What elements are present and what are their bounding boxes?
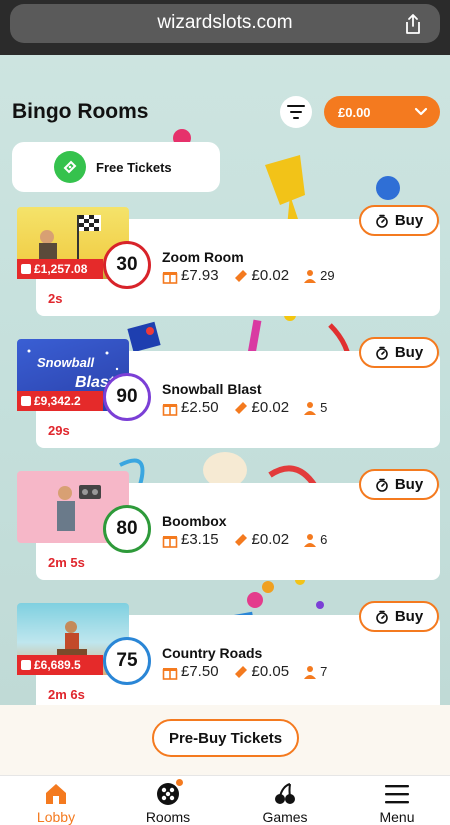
share-icon[interactable] (402, 13, 424, 35)
stopwatch-icon (376, 214, 388, 228)
bingo-ball: 90 (103, 373, 151, 421)
room-stats: £7.93 £0.02 29 (162, 267, 349, 284)
address-bar[interactable]: wizardslots.com (10, 4, 440, 43)
stopwatch-icon (376, 346, 388, 360)
chevron-down-icon (414, 107, 428, 116)
jackpot-badge: £9,342.2 (17, 391, 103, 411)
nav-menu[interactable]: Menu (341, 776, 450, 825)
url-text: wizardslots.com (157, 12, 293, 33)
room-timer: 29s (48, 423, 70, 438)
nav-label: Rooms (145, 809, 191, 825)
jackpot-badge: £6,689.5 (17, 655, 103, 675)
players-stat: 7 (303, 664, 327, 679)
person-icon (304, 533, 317, 547)
players-stat: 6 (303, 532, 327, 547)
ticket-icon (234, 269, 247, 282)
gift-icon (162, 535, 178, 548)
prize-stat: £7.93 (162, 267, 219, 284)
jackpot-icon (21, 396, 31, 406)
filter-button[interactable] (280, 96, 312, 128)
nav-rooms[interactable]: Rooms (112, 776, 224, 825)
free-tickets-button[interactable]: Free Tickets (12, 142, 220, 192)
prebuy-tickets-button[interactable]: Pre-Buy Tickets (152, 719, 299, 757)
balance-value: £0.00 (338, 104, 371, 120)
bottom-nav: Lobby Rooms Games Menu (0, 775, 450, 825)
balance-dropdown[interactable]: £0.00 (324, 96, 440, 128)
page-title: Bingo Rooms (12, 100, 149, 123)
room-timer: 2s (48, 291, 63, 306)
room-name: Zoom Room (162, 249, 244, 265)
prize-stat: £3.15 (162, 531, 219, 548)
cherries-icon (275, 783, 295, 804)
ticket-icon (234, 401, 247, 414)
jackpot-badge: £1,257.08 (17, 259, 103, 279)
buy-button[interactable]: Buy (359, 469, 439, 500)
ticket-price-stat: £0.02 (233, 399, 289, 416)
thumb-title-1: Snowball (37, 355, 94, 370)
stopwatch-icon (376, 610, 388, 624)
ticket-price-stat: £0.05 (233, 663, 289, 680)
hamburger-icon (385, 785, 409, 804)
prize-stat: £7.50 (162, 663, 219, 680)
ticket-price-stat: £0.02 (233, 531, 289, 548)
room-stats: £3.15 £0.02 6 (162, 531, 341, 548)
room-card-zoom-room[interactable]: £1,257.08 2s 30 Zoom Room £7.93 £0.02 29… (0, 205, 450, 327)
browser-bar: wizardslots.com (0, 0, 450, 55)
buy-button[interactable]: Buy (359, 601, 439, 632)
nav-lobby[interactable]: Lobby (0, 776, 112, 825)
gift-icon (162, 271, 178, 284)
room-name: Country Roads (162, 645, 263, 661)
room-stats: £7.50 £0.05 7 (162, 663, 341, 680)
notification-dot (176, 779, 183, 786)
jackpot-icon (21, 660, 31, 670)
person-icon (304, 269, 317, 283)
bingo-ball: 80 (103, 505, 151, 553)
prize-stat: £2.50 (162, 399, 219, 416)
person-icon (304, 665, 317, 679)
ticket-price-stat: £0.02 (233, 267, 289, 284)
bingo-ball: 30 (103, 241, 151, 289)
ticket-icon (54, 151, 86, 183)
person-icon (304, 401, 317, 415)
bingo-ball: 75 (103, 637, 151, 685)
ticket-icon (234, 665, 247, 678)
room-timer: 2m 5s (48, 555, 85, 570)
room-name: Snowball Blast (162, 381, 262, 397)
buy-button[interactable]: Buy (359, 337, 439, 368)
jackpot-icon (21, 264, 31, 274)
free-tickets-label: Free Tickets (96, 159, 172, 175)
ticket-icon (234, 533, 247, 546)
room-card-boombox[interactable]: 2m 5s 80 Boombox £3.15 £0.02 6 Buy (0, 469, 450, 591)
buy-button[interactable]: Buy (359, 205, 439, 236)
players-stat: 5 (303, 400, 327, 415)
room-stats: £2.50 £0.02 5 (162, 399, 341, 416)
room-name: Boombox (162, 513, 227, 529)
nav-label: Games (262, 809, 308, 825)
players-stat: 29 (303, 268, 335, 283)
nav-label: Lobby (36, 809, 76, 825)
nav-games[interactable]: Games (229, 776, 341, 825)
home-icon (46, 784, 66, 804)
room-timer: 2m 6s (48, 687, 85, 702)
gift-icon (162, 403, 178, 416)
room-card-snowball-blast[interactable]: Snowball Blast £9,342.2 29s 90 Snowball … (0, 337, 450, 459)
stopwatch-icon (376, 478, 388, 492)
filter-icon (287, 105, 305, 119)
gift-icon (162, 667, 178, 680)
nav-label: Menu (379, 809, 415, 825)
